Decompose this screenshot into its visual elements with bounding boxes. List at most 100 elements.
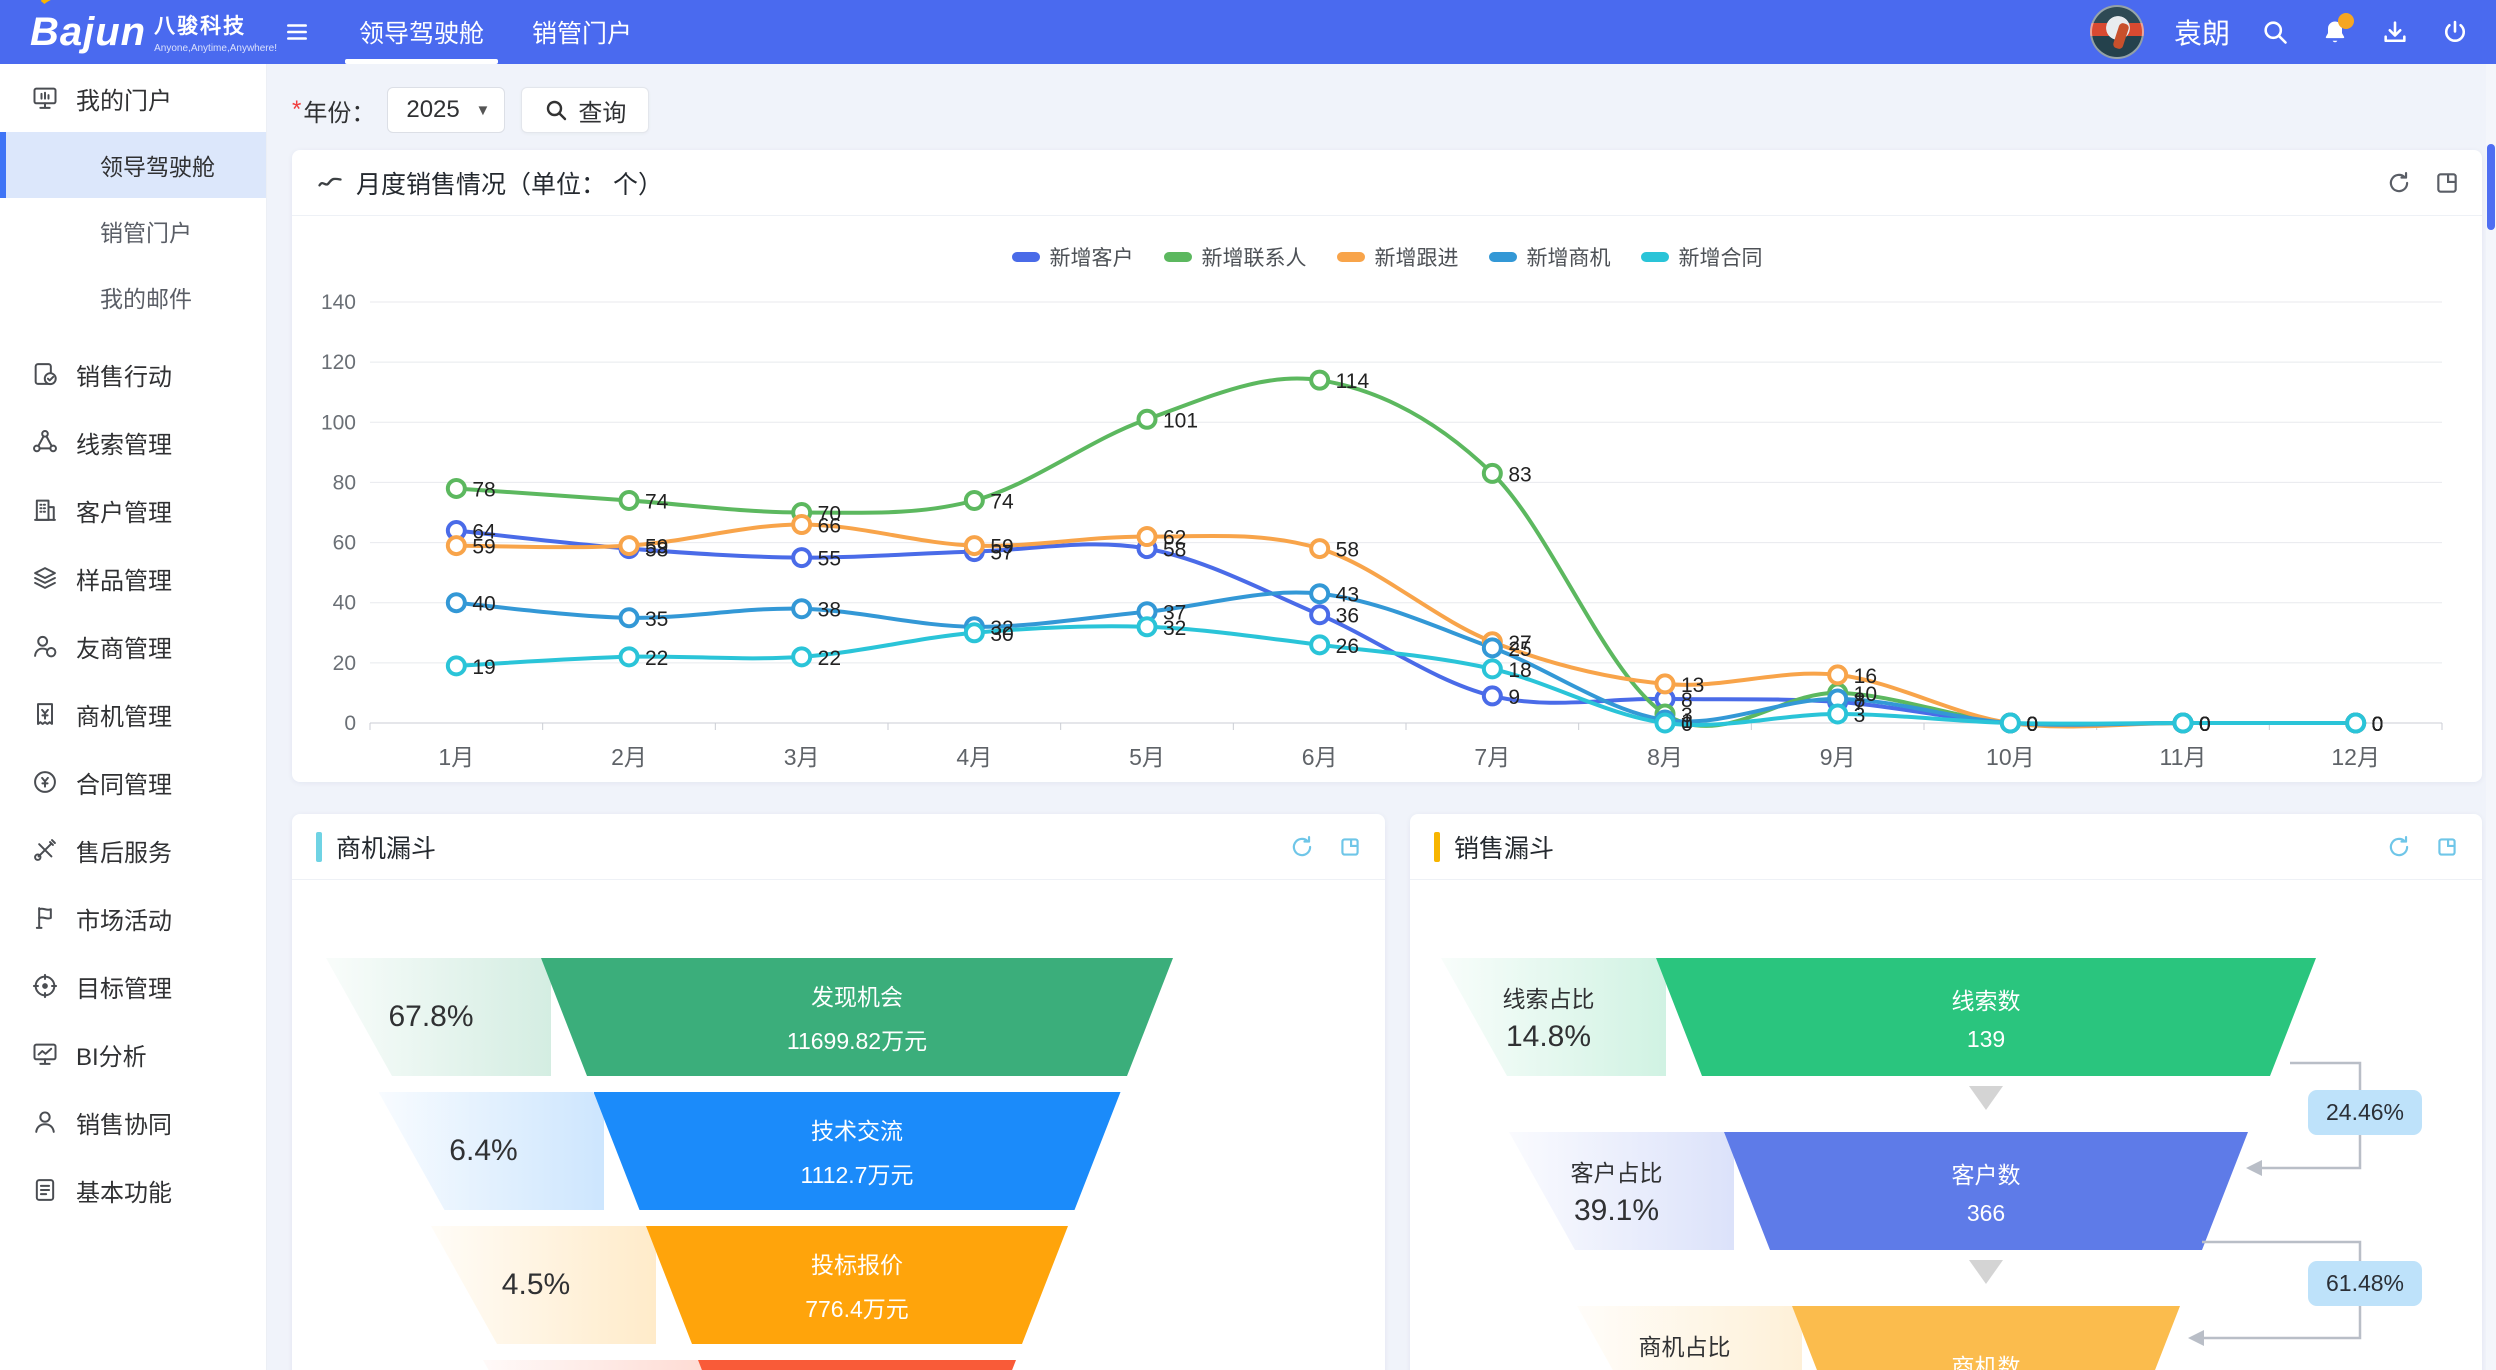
legend-item-5[interactable]: 新增合同 xyxy=(1641,242,1763,272)
sidebar-subitem-1[interactable]: 领导驾驶舱 xyxy=(0,132,266,198)
sidebar-item-label: 基本功能 xyxy=(76,1173,172,1208)
funnel-stage-name: 投标报价 xyxy=(811,1246,903,1280)
sidebar-item-label: BI分析 xyxy=(76,1037,147,1072)
opportunity-funnel-chart[interactable]: 发现机会11699.82万元67.8%技术交流1112.7万元6.4%投标报价7… xyxy=(292,880,1385,1370)
sidebar-item-12[interactable]: BI分析 xyxy=(0,1020,266,1088)
sidebar-item-13[interactable]: 销售协同 xyxy=(0,1088,266,1156)
sidebar-item-label: 友商管理 xyxy=(76,629,172,664)
sidebar-item-label: 目标管理 xyxy=(76,969,172,1004)
legend-swatch xyxy=(1164,252,1192,262)
sidebar-item-10[interactable]: 市场活动 xyxy=(0,884,266,952)
svg-text:140: 140 xyxy=(321,291,356,314)
legend-item-1[interactable]: 新增客户 xyxy=(1012,242,1134,272)
svg-text:38: 38 xyxy=(818,599,841,622)
navbar-tabs: 领导驾驶舱销管门户 xyxy=(335,0,656,64)
legend-swatch xyxy=(1012,252,1040,262)
svg-text:74: 74 xyxy=(645,490,669,513)
collab-icon xyxy=(30,1107,60,1137)
sidebar-item-2[interactable]: 销售行动 xyxy=(0,340,266,408)
notification-badge xyxy=(2338,13,2354,29)
svg-text:59: 59 xyxy=(472,536,495,559)
sales-funnel-chart[interactable]: 线索数139线索占比14.8%客户数366客户占比39.1%商机数商机占比27.… xyxy=(1410,880,2482,1370)
legend-label: 新增客户 xyxy=(1050,242,1134,272)
required-mark: * xyxy=(292,96,301,124)
refresh-icon[interactable] xyxy=(2386,170,2412,196)
legend-item-4[interactable]: 新增商机 xyxy=(1489,242,1611,272)
legend-label: 新增合同 xyxy=(1679,242,1763,272)
funnel-percent-label: 4.5% xyxy=(461,1226,611,1344)
sidebar-item-9[interactable]: 售后服务 xyxy=(0,816,266,884)
query-button[interactable]: 查询 xyxy=(521,87,649,133)
bell-icon[interactable] xyxy=(2320,17,2350,47)
navbar-tab-2[interactable]: 销管门户 xyxy=(508,0,656,64)
svg-text:83: 83 xyxy=(1508,463,1531,486)
svg-text:3月: 3月 xyxy=(784,744,820,770)
sidebar-subitem-2[interactable]: 销管门户 xyxy=(0,198,266,264)
sidebar-item-4[interactable]: 客户管理 xyxy=(0,476,266,544)
svg-text:16: 16 xyxy=(1854,665,1877,688)
sidebar-item-3[interactable]: 线索管理 xyxy=(0,408,266,476)
avatar[interactable] xyxy=(2090,5,2144,59)
legend-item-2[interactable]: 新增联系人 xyxy=(1164,242,1307,272)
download-icon[interactable] xyxy=(2380,17,2410,47)
legend-swatch xyxy=(1337,252,1365,262)
opportunity-funnel-title: 商机漏斗 xyxy=(336,829,436,865)
line-chart-area[interactable]: 新增客户 新增联系人新增跟进新增商机 新增合同 020406080100120140… xyxy=(292,216,2482,782)
power-icon[interactable] xyxy=(2440,17,2470,47)
svg-text:32: 32 xyxy=(1163,617,1186,640)
svg-text:60: 60 xyxy=(333,532,356,555)
svg-text:40: 40 xyxy=(333,592,356,615)
monthly-sales-card: 月度销售情况（单位： 个） 新增客户 新增联系人新增跟进新增商机 新增合同 0204… xyxy=(292,150,2482,782)
legend-swatch xyxy=(1641,252,1669,262)
sidebar-item-5[interactable]: 样品管理 xyxy=(0,544,266,612)
sidebar-subitem-3[interactable]: 我的邮件 xyxy=(0,264,266,330)
search-icon[interactable] xyxy=(2260,17,2290,47)
svg-text:26: 26 xyxy=(1336,635,1359,658)
funnel-stage-1[interactable]: 发现机会11699.82万元 xyxy=(541,958,1173,1076)
sidebar-item-11[interactable]: 目标管理 xyxy=(0,952,266,1020)
svg-text:101: 101 xyxy=(1163,409,1198,432)
sidebar-item-6[interactable]: 友商管理 xyxy=(0,612,266,680)
sidebar-item-label: 线索管理 xyxy=(76,425,172,460)
funnel-stage-value: 776.4万元 xyxy=(805,1290,909,1324)
sidebar-item-7[interactable]: 商机管理 xyxy=(0,680,266,748)
sidebar-item-14[interactable]: 基本功能 xyxy=(0,1156,266,1224)
fullscreen-icon[interactable] xyxy=(2434,170,2460,196)
page-scrollbar[interactable] xyxy=(2486,64,2496,1370)
svg-text:59: 59 xyxy=(645,536,668,559)
line-chart[interactable]: 0204060801001201401月2月3月4月5月6月7月8月9月10月1… xyxy=(292,216,2482,782)
logo-tagline: Anyone,Anytime,Anywhere! xyxy=(154,43,277,54)
refresh-icon[interactable] xyxy=(1289,834,1315,860)
svg-text:2月: 2月 xyxy=(611,744,647,770)
service-icon xyxy=(30,835,60,865)
svg-text:66: 66 xyxy=(818,515,841,538)
scrollbar-thumb[interactable] xyxy=(2487,144,2495,230)
fullscreen-icon[interactable] xyxy=(1337,834,1363,860)
app-logo[interactable]: Bajun 八骏科技 Anyone,Anytime,Anywhere! xyxy=(0,0,267,64)
sidebar-item-1[interactable]: 我的门户 xyxy=(0,64,266,132)
svg-text:6月: 6月 xyxy=(1302,744,1338,770)
svg-text:10月: 10月 xyxy=(1986,744,2035,770)
sidebar-item-label: 商机管理 xyxy=(76,697,172,732)
legend-swatch xyxy=(1489,252,1517,262)
funnel-stage-name: 发现机会 xyxy=(811,978,903,1012)
sidebar-item-8[interactable]: 合同管理 xyxy=(0,748,266,816)
funnel-stage-2[interactable]: 技术交流1112.7万元 xyxy=(594,1092,1121,1210)
legend-item-3[interactable]: 新增跟进 xyxy=(1337,242,1459,272)
navbar-tab-1[interactable]: 领导驾驶舱 xyxy=(335,0,508,64)
partner-icon xyxy=(30,631,60,661)
chart-title: 月度销售情况（单位： 个） xyxy=(356,165,663,201)
funnel-stage-3[interactable]: 投标报价 776.4万元 xyxy=(646,1226,1068,1344)
customer-icon xyxy=(30,495,60,525)
year-select[interactable]: 2025 ▼ xyxy=(387,87,505,133)
svg-text:7月: 7月 xyxy=(1474,744,1510,770)
fullscreen-icon[interactable] xyxy=(2434,834,2460,860)
user-name[interactable]: 袁朗 xyxy=(2174,12,2230,52)
svg-text:11月: 11月 xyxy=(2160,744,2207,770)
legend-label: 新增联系人 xyxy=(1202,242,1307,272)
funnel-stage-4[interactable] xyxy=(698,1360,1016,1370)
svg-text:13: 13 xyxy=(1681,674,1704,697)
svg-text:55: 55 xyxy=(818,548,841,571)
refresh-icon[interactable] xyxy=(2386,834,2412,860)
query-button-label: 查询 xyxy=(578,93,626,128)
